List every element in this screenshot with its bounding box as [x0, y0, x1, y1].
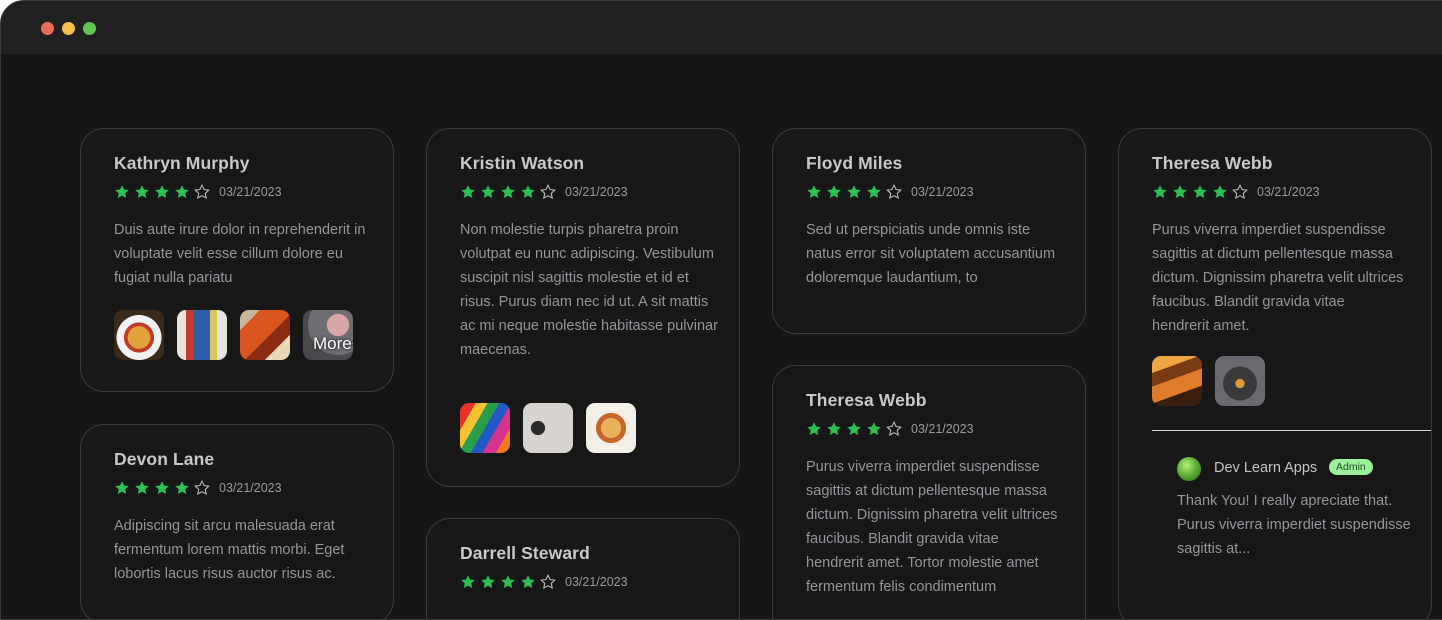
star-rating: 03/21/2023	[114, 480, 282, 496]
grilled-food-photo[interactable]	[1152, 356, 1202, 406]
star-rating: 03/21/2023	[114, 184, 282, 200]
star-filled-icon	[461, 185, 475, 198]
reviewer-name: Devon Lane	[114, 449, 215, 469]
review-text: Duis aute irure dolor in reprehenderit i…	[114, 222, 366, 286]
star-filled-icon	[135, 481, 149, 494]
star-filled-icon	[1213, 185, 1227, 198]
reviewer-name: Theresa Webb	[1152, 153, 1273, 173]
reply-text: Thank You! I really apreciate that. Puru…	[1177, 493, 1411, 557]
star-empty-icon	[886, 421, 902, 437]
review-card: Theresa Webb 03/21/2023 Purus viverra im…	[1118, 128, 1432, 619]
star-filled-icon	[115, 481, 129, 494]
reviewer-name: Floyd Miles	[806, 153, 903, 173]
star-filled-icon	[135, 185, 149, 198]
star-empty-icon	[1232, 184, 1248, 200]
more-photos-label[interactable]: More+	[313, 334, 353, 354]
star-filled-icon	[155, 481, 169, 494]
star-filled-icon	[827, 422, 841, 435]
title-bar	[1, 1, 1442, 54]
dark-plate-photo[interactable]	[1215, 356, 1265, 406]
review-card: Devon Lane 03/21/2023 Adipiscing sit arc…	[80, 424, 394, 619]
close-window-button[interactable]	[41, 22, 54, 35]
star-rating: 03/21/2023	[806, 184, 974, 200]
review-card: Kristin Watson 03/21/2023 Non molestie t…	[426, 128, 740, 487]
star-filled-icon	[847, 422, 861, 435]
star-filled-icon	[481, 185, 495, 198]
star-filled-icon	[501, 185, 515, 198]
review-text: Non molestie turpis pharetra proin volut…	[460, 222, 718, 358]
colorful-art-photo[interactable]	[460, 403, 510, 453]
star-filled-icon	[867, 185, 881, 198]
review-date: 03/21/2023	[565, 185, 628, 199]
review-date: 03/21/2023	[911, 422, 974, 436]
pasta-dish-photo[interactable]	[586, 403, 636, 453]
coffee-cups-photo[interactable]	[523, 403, 573, 453]
star-rating: 03/21/2023	[806, 421, 974, 437]
review-date: 03/21/2023	[1257, 185, 1320, 199]
star-empty-icon	[540, 184, 556, 200]
painting-photo[interactable]	[240, 310, 290, 360]
reviewer-name: Kristin Watson	[460, 153, 585, 173]
review-card: Theresa Webb 03/21/2023 Purus viverra im…	[772, 365, 1086, 619]
reviewer-name: Kathryn Murphy	[114, 153, 250, 173]
reply-divider	[1152, 430, 1431, 431]
star-filled-icon	[175, 185, 189, 198]
review-photos: More+	[114, 310, 366, 360]
reply-author: Dev Learn Apps	[1214, 460, 1318, 476]
review-text: Sed ut perspiciatis unde omnis iste natu…	[806, 222, 1056, 286]
star-filled-icon	[807, 185, 821, 198]
star-empty-icon	[886, 184, 902, 200]
star-filled-icon	[847, 185, 861, 198]
review-date: 03/21/2023	[911, 185, 974, 199]
review-date: 03/21/2023	[219, 185, 282, 199]
star-filled-icon	[521, 185, 535, 198]
review-text: Adipiscing sit arcu malesuada erat ferme…	[114, 518, 345, 582]
star-filled-icon	[867, 422, 881, 435]
star-empty-icon	[194, 480, 210, 496]
star-filled-icon	[1153, 185, 1167, 198]
review-photos	[460, 403, 649, 453]
star-filled-icon	[175, 481, 189, 494]
review-card: Darrell Steward 03/21/2023	[426, 518, 740, 619]
art-gallery-photo[interactable]	[177, 310, 227, 360]
star-empty-icon	[194, 184, 210, 200]
star-filled-icon	[1173, 185, 1187, 198]
app-window: Kathryn Murphy 03/21/2023 Duis aute irur…	[0, 0, 1442, 620]
star-filled-icon	[155, 185, 169, 198]
review-date: 03/21/2023	[219, 481, 282, 495]
star-filled-icon	[827, 185, 841, 198]
star-filled-icon	[1193, 185, 1207, 198]
reviewer-name: Darrell Steward	[460, 543, 590, 563]
admin-avatar	[1177, 457, 1201, 481]
blurred-photo[interactable]: More+	[303, 310, 353, 360]
review-card: Floyd Miles 03/21/2023 Sed ut perspiciat…	[772, 128, 1086, 334]
review-text: Purus viverra imperdiet suspendisse sagi…	[806, 459, 1058, 595]
food-bowl-photo[interactable]	[114, 310, 164, 360]
review-text: Purus viverra imperdiet suspendisse sagi…	[1152, 222, 1404, 334]
review-photos	[1152, 356, 1278, 406]
star-filled-icon	[807, 422, 821, 435]
reviewer-name: Theresa Webb	[806, 390, 927, 410]
admin-badge: Admin	[1329, 459, 1373, 475]
review-date: 03/21/2023	[565, 575, 628, 589]
star-rating: 03/21/2023	[460, 184, 628, 200]
minimize-window-button[interactable]	[62, 22, 75, 35]
review-card: Kathryn Murphy 03/21/2023 Duis aute irur…	[80, 128, 394, 392]
star-filled-icon	[115, 185, 129, 198]
zoom-window-button[interactable]	[83, 22, 96, 35]
star-rating: 03/21/2023	[1152, 184, 1320, 200]
